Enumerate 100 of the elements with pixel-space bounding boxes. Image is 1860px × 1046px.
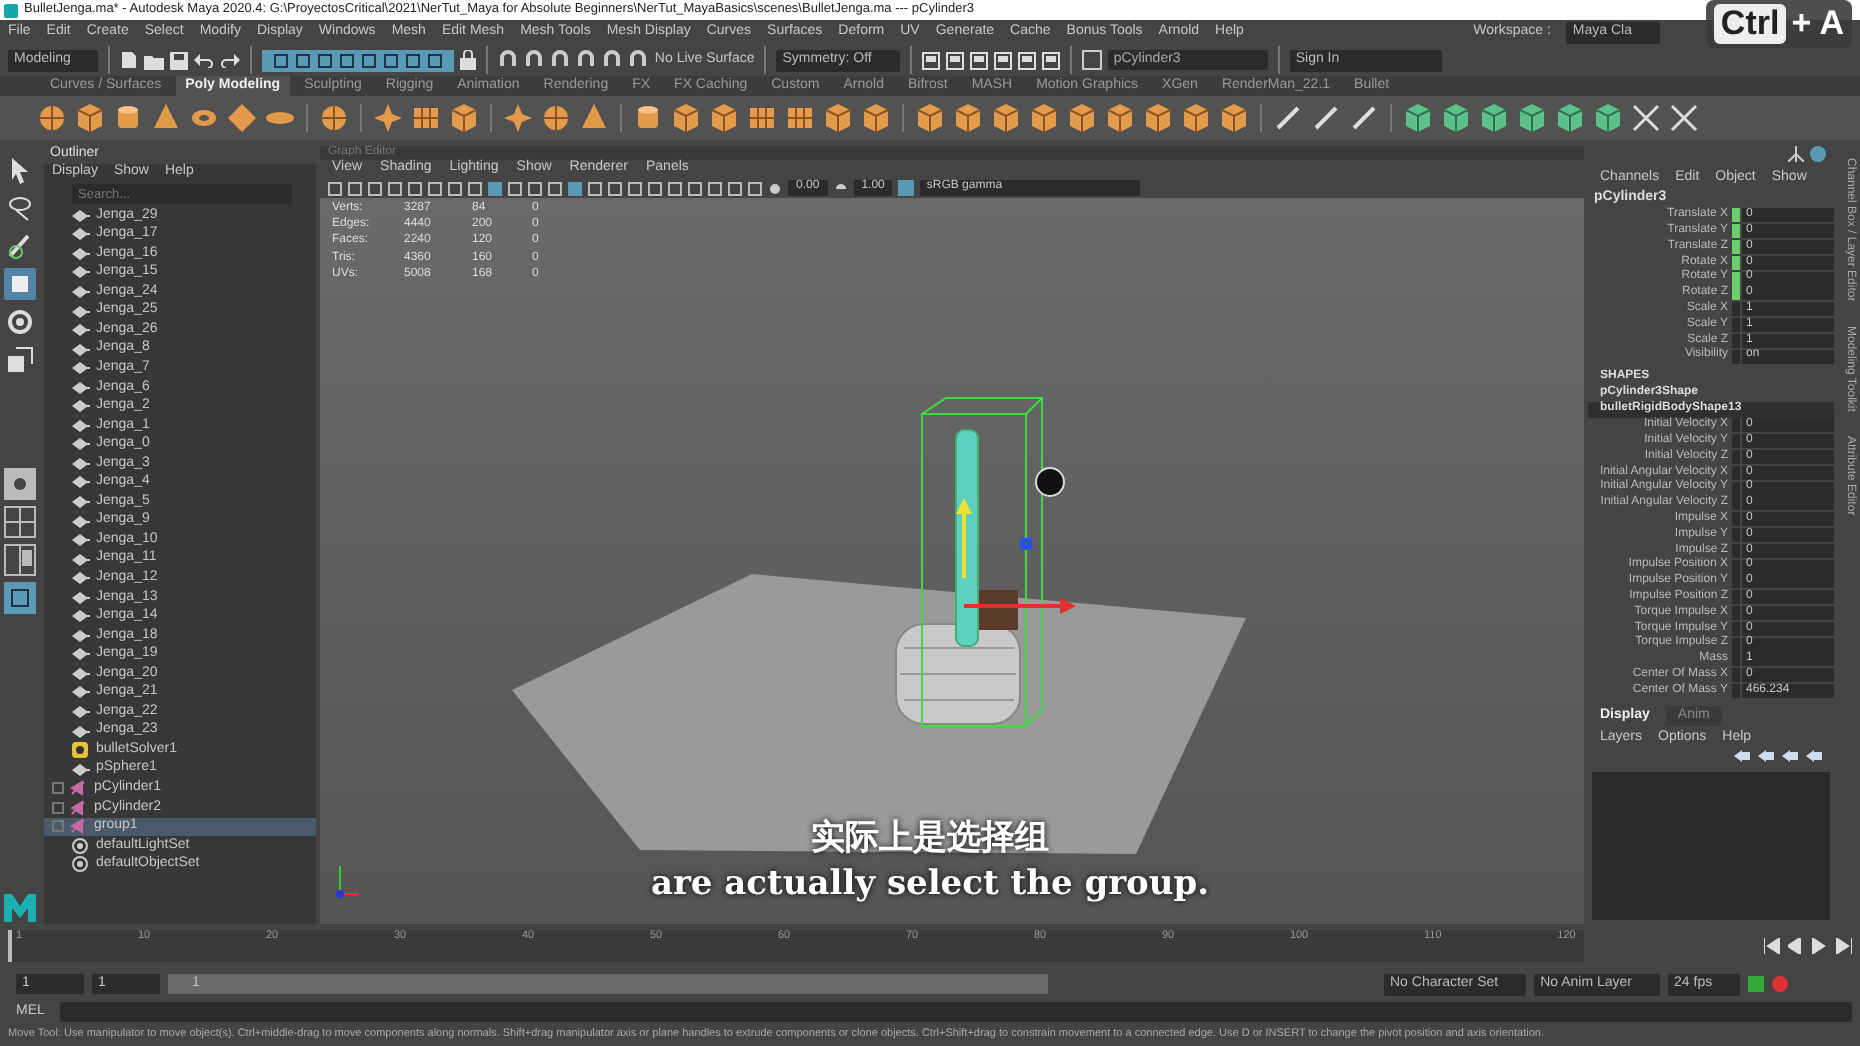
current-time-marker[interactable]	[8, 930, 12, 962]
sphere-icon[interactable]	[36, 102, 68, 134]
exposure-icon[interactable]	[768, 181, 782, 195]
pen-icon[interactable]	[1310, 102, 1342, 134]
cube-icon[interactable]	[1028, 102, 1060, 134]
lasso-tool-button[interactable]	[4, 192, 36, 224]
layer-move-icon[interactable]	[1782, 750, 1798, 763]
move-tool-button[interactable]	[4, 268, 36, 300]
subtitle: 实际上是选择组	[811, 820, 1049, 858]
magnet-icon[interactable]	[576, 50, 597, 70]
pivot-icon[interactable]	[1788, 146, 1804, 162]
cube-icon[interactable]	[1478, 102, 1510, 134]
star-icon[interactable]	[502, 102, 534, 134]
sphere-toggle-icon[interactable]	[1810, 146, 1826, 162]
mesh-icon	[72, 360, 90, 377]
layer-move-icon[interactable]	[1806, 750, 1822, 763]
lasso-icon	[4, 192, 36, 224]
cube-icon[interactable]	[822, 102, 854, 134]
single-view-icon[interactable]	[4, 468, 36, 500]
cross-icon[interactable]	[1668, 102, 1700, 134]
cube-icon[interactable]	[1180, 102, 1212, 134]
cube-icon[interactable]	[860, 102, 892, 134]
subtitle: are actually select the group.	[650, 865, 1210, 903]
mesh-icon	[72, 379, 90, 396]
redo-icon[interactable]	[220, 52, 241, 68]
mesh-icon	[72, 226, 90, 243]
render-icon[interactable]	[969, 51, 988, 69]
cube-icon[interactable]	[1440, 102, 1472, 134]
pen-icon[interactable]	[1272, 102, 1304, 134]
playback-icon[interactable]	[1836, 938, 1852, 954]
cube-icon[interactable]	[1516, 102, 1548, 134]
render-icon[interactable]	[1041, 51, 1060, 69]
mesh-icon	[72, 665, 90, 682]
magnet-icon[interactable]	[602, 50, 623, 70]
key-label: + A	[1791, 4, 1844, 45]
cube-icon[interactable]	[1218, 102, 1250, 134]
cube-icon[interactable]	[670, 102, 702, 134]
new-file-icon[interactable]	[120, 50, 139, 70]
save-icon[interactable]	[170, 51, 189, 69]
cube-icon[interactable]	[1554, 102, 1586, 134]
mesh-icon	[72, 627, 90, 644]
cube-icon[interactable]	[952, 102, 984, 134]
star-icon[interactable]	[372, 102, 404, 134]
range-slider-handle[interactable]	[168, 974, 1048, 994]
layout-icon[interactable]	[4, 582, 36, 614]
render-icon[interactable]	[921, 51, 940, 69]
magnet-icon[interactable]	[524, 50, 545, 70]
mesh-icon	[72, 493, 90, 510]
cube-icon[interactable]	[1104, 102, 1136, 134]
diamond-icon[interactable]	[226, 102, 258, 134]
render-icon[interactable]	[945, 51, 964, 69]
cylinder-icon[interactable]	[112, 102, 144, 134]
cube-icon[interactable]	[448, 102, 480, 134]
cone-icon[interactable]	[578, 102, 610, 134]
selection-mask-bar[interactable]	[262, 49, 455, 71]
playback-icon[interactable]	[1764, 938, 1780, 954]
rotate-tool-button[interactable]	[4, 306, 36, 338]
cube-icon[interactable]	[74, 102, 106, 134]
group-icon	[70, 818, 88, 835]
sphere-icon[interactable]	[540, 102, 572, 134]
cube-icon[interactable]	[1066, 102, 1098, 134]
cube-icon[interactable]	[1402, 102, 1434, 134]
four-view-icon[interactable]	[4, 506, 36, 538]
mesh-icon	[72, 513, 90, 530]
cross-icon[interactable]	[1630, 102, 1662, 134]
grid-icon[interactable]	[784, 102, 816, 134]
command-field[interactable]	[60, 1002, 1852, 1022]
cube-icon[interactable]	[708, 102, 740, 134]
cube-icon[interactable]	[990, 102, 1022, 134]
cube-icon[interactable]	[914, 102, 946, 134]
lock-icon[interactable]	[460, 50, 477, 70]
render-icon[interactable]	[1017, 51, 1036, 69]
cube-icon[interactable]	[1592, 102, 1624, 134]
scale-tool-button[interactable]	[4, 344, 36, 376]
gamma-icon[interactable]	[833, 181, 848, 195]
magnet-icon[interactable]	[628, 50, 649, 70]
maya-logo	[2, 892, 38, 924]
undo-icon[interactable]	[194, 52, 215, 68]
grid-icon[interactable]	[410, 102, 442, 134]
cube-icon[interactable]	[1142, 102, 1174, 134]
layer-move-icon[interactable]	[1758, 750, 1774, 763]
axis-gizmo-icon	[336, 865, 359, 898]
render-icon[interactable]	[993, 51, 1012, 69]
cylinder-icon[interactable]	[632, 102, 664, 134]
mesh-icon	[72, 532, 90, 549]
input-box-icon[interactable]	[1081, 50, 1102, 70]
color-management-icon[interactable]	[898, 180, 915, 196]
cone-icon[interactable]	[150, 102, 182, 134]
mesh-icon	[72, 417, 90, 434]
mesh-icon	[72, 684, 90, 701]
layer-move-icon[interactable]	[1734, 750, 1750, 763]
folder-icon[interactable]	[144, 51, 165, 69]
key-icon[interactable]	[1748, 976, 1765, 992]
solver-icon	[72, 742, 90, 759]
two-view-icon[interactable]	[4, 544, 36, 576]
magnet-icon[interactable]	[550, 50, 571, 70]
pen-icon[interactable]	[1348, 102, 1380, 134]
sphere-icon[interactable]	[318, 102, 350, 134]
magnet-icon[interactable]	[498, 50, 519, 70]
grid-icon[interactable]	[746, 102, 778, 134]
